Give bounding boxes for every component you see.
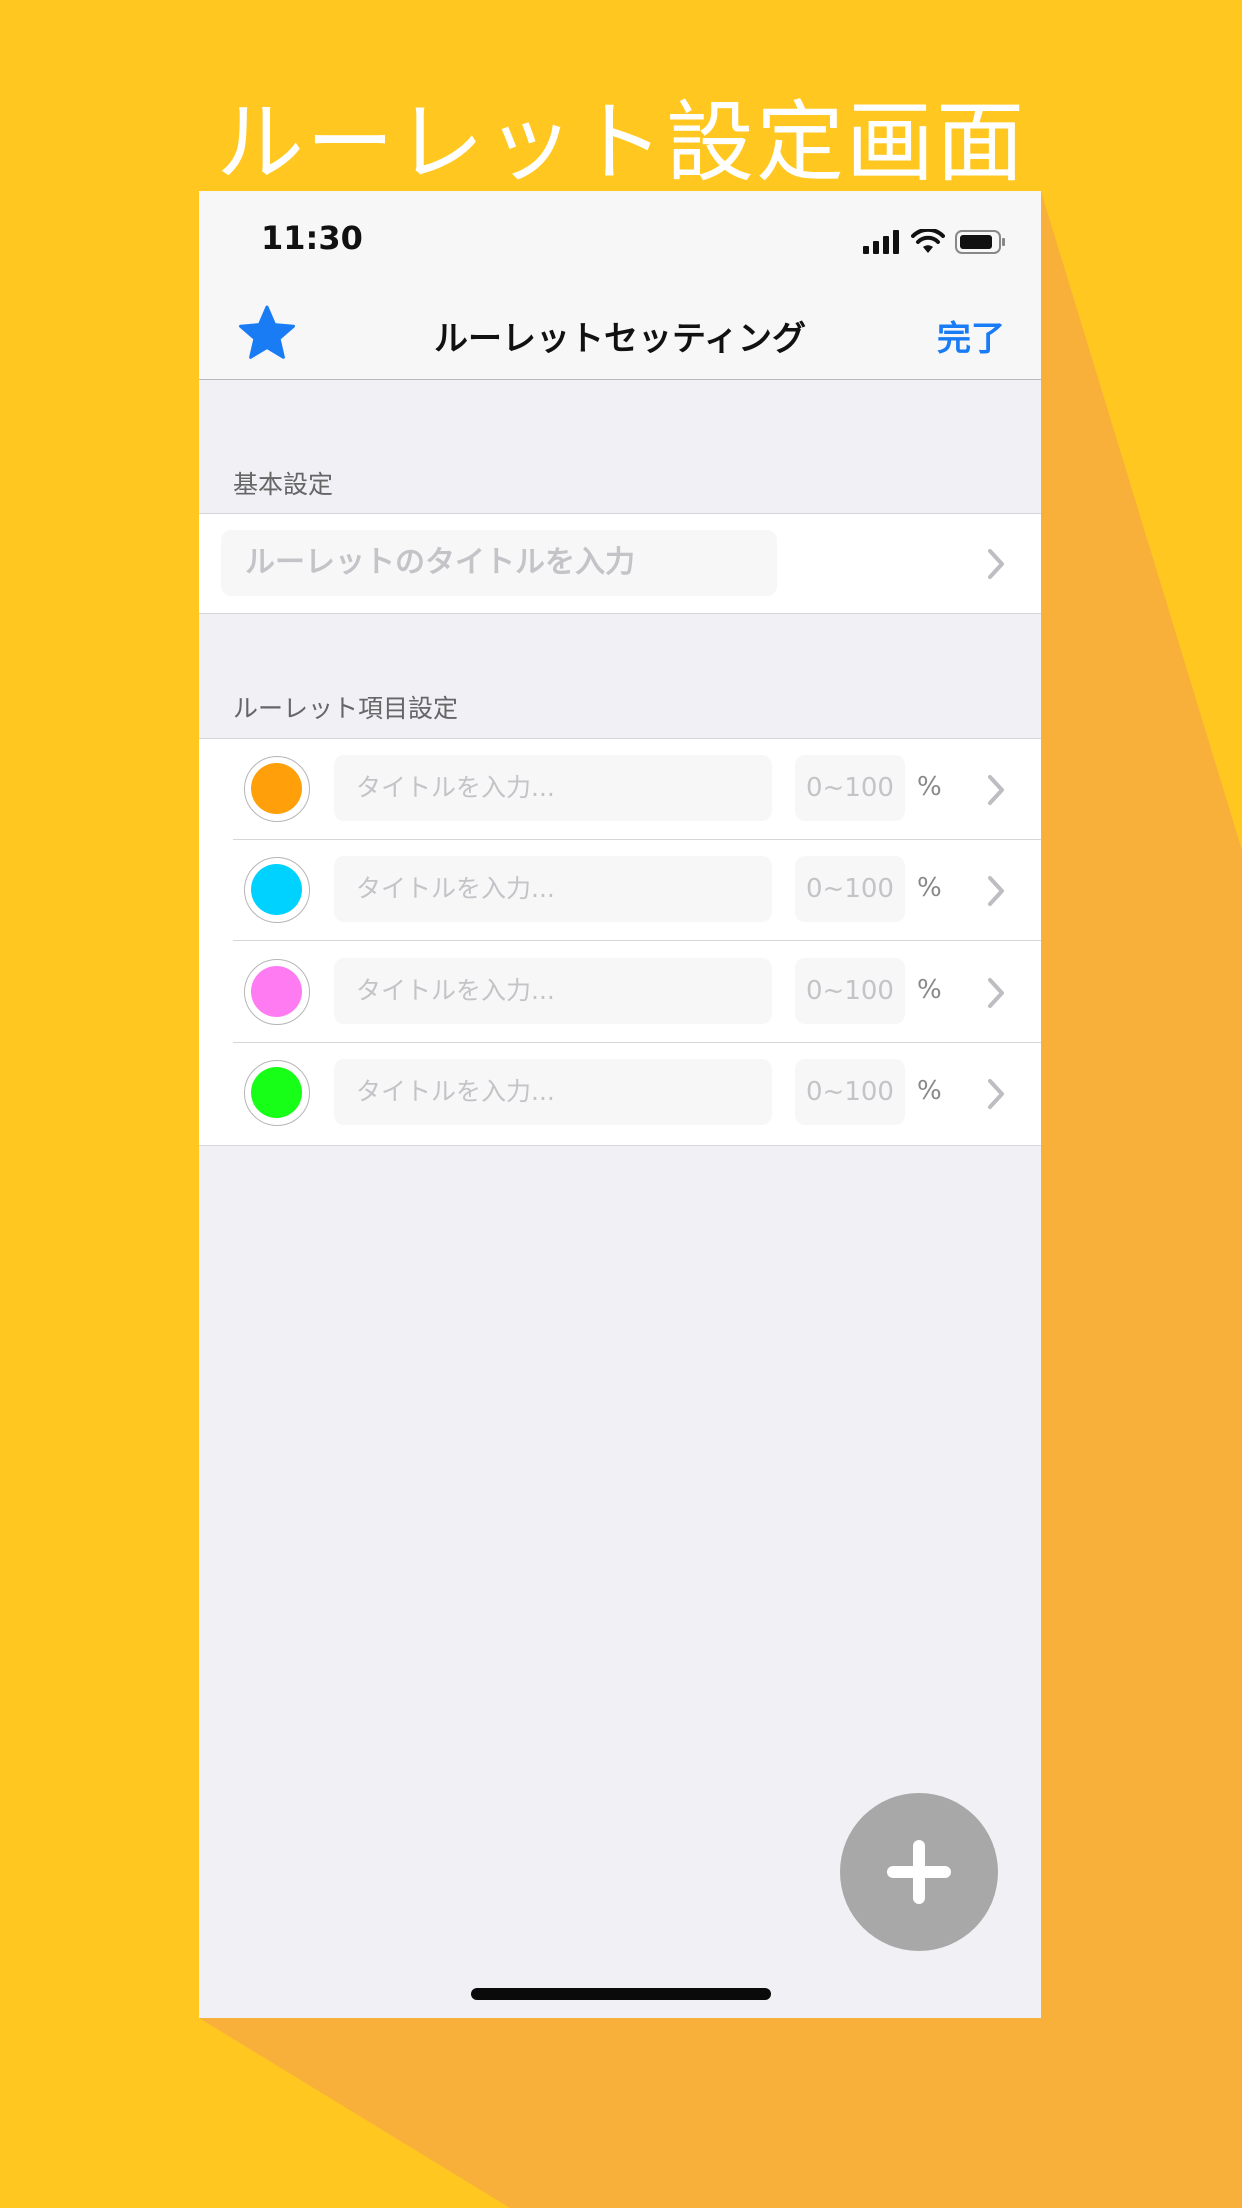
- percent-unit: %: [917, 975, 942, 1005]
- item-title-input[interactable]: タイトルを入力...: [334, 856, 772, 922]
- percent-unit: %: [917, 1076, 942, 1106]
- item-title-input[interactable]: タイトルを入力...: [334, 958, 772, 1024]
- basic-settings-group: ルーレットのタイトルを入力: [199, 513, 1041, 614]
- color-picker-button[interactable]: [244, 857, 310, 923]
- item-percent-input[interactable]: 0~100: [795, 755, 905, 821]
- color-swatch: [251, 864, 302, 915]
- item-percent-input[interactable]: 0~100: [795, 958, 905, 1024]
- chevron-right-icon[interactable]: [981, 770, 1011, 810]
- banner-title: ルーレット設定画面: [215, 91, 1026, 194]
- color-picker-button[interactable]: [244, 756, 310, 822]
- basic-section-header: 基本設定: [233, 470, 334, 499]
- roulette-item-row: タイトルを入力... 0~100 %: [199, 1043, 1041, 1144]
- plus-icon: [887, 1840, 951, 1904]
- chevron-right-icon[interactable]: [981, 544, 1011, 584]
- wifi-icon: [911, 229, 945, 253]
- item-title-input[interactable]: タイトルを入力...: [334, 755, 772, 821]
- signal-icon: [863, 230, 899, 254]
- navigation-bar: ルーレットセッティング 完了: [199, 291, 1041, 380]
- phone-screen: 11:30 ルーレットセッティング 完了 基本設定 ルーレットのタイトルを入力 …: [199, 191, 1041, 2018]
- nav-title: ルーレットセッティング: [434, 319, 806, 359]
- roulette-item-row: タイトルを入力... 0~100 %: [199, 942, 1041, 1043]
- row-divider: [233, 940, 1041, 941]
- add-item-button[interactable]: [840, 1793, 998, 1951]
- battery-icon: [955, 230, 1005, 254]
- chevron-right-icon[interactable]: [981, 1074, 1011, 1114]
- item-title-input[interactable]: タイトルを入力...: [334, 1059, 772, 1125]
- chevron-right-icon[interactable]: [981, 973, 1011, 1013]
- items-section-header: ルーレット項目設定: [233, 694, 459, 723]
- status-time: 11:30: [261, 219, 363, 257]
- color-swatch: [251, 966, 302, 1017]
- color-picker-button[interactable]: [244, 1060, 310, 1126]
- color-picker-button[interactable]: [244, 959, 310, 1025]
- percent-unit: %: [917, 873, 942, 903]
- roulette-title-input[interactable]: ルーレットのタイトルを入力: [221, 530, 777, 596]
- done-button[interactable]: 完了: [937, 311, 1005, 360]
- roulette-item-row: タイトルを入力... 0~100 %: [199, 840, 1041, 941]
- status-icons: [863, 227, 1007, 257]
- percent-unit: %: [917, 772, 942, 802]
- status-bar: 11:30: [199, 191, 1041, 291]
- item-percent-input[interactable]: 0~100: [795, 1059, 905, 1125]
- color-swatch: [251, 1067, 302, 1118]
- roulette-item-row: タイトルを入力... 0~100 %: [199, 739, 1041, 840]
- item-percent-input[interactable]: 0~100: [795, 856, 905, 922]
- chevron-right-icon[interactable]: [981, 871, 1011, 911]
- home-indicator[interactable]: [471, 1988, 771, 2000]
- color-swatch: [251, 763, 302, 814]
- roulette-items-group: タイトルを入力... 0~100 % タイトルを入力... 0~100 % タイ…: [199, 738, 1041, 1146]
